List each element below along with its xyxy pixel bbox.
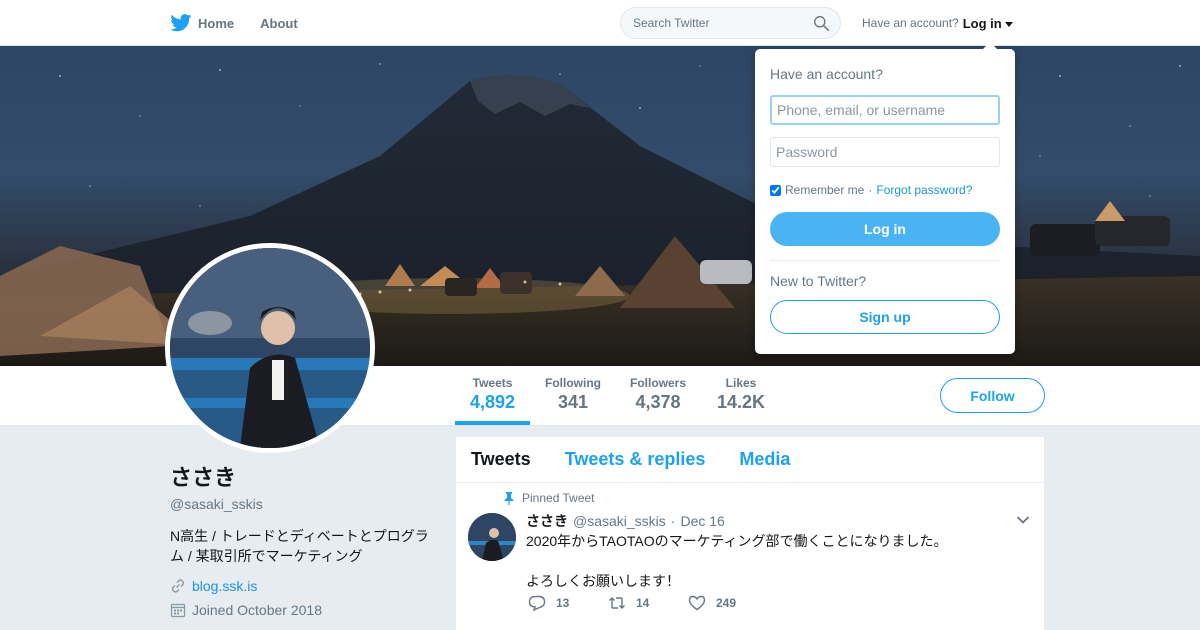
calendar-icon bbox=[170, 603, 186, 618]
caret-down-icon bbox=[1004, 21, 1013, 27]
login-dropdown-title: Have an account? bbox=[770, 66, 883, 82]
stat-followers-label: Followers bbox=[630, 376, 687, 390]
search-icon[interactable] bbox=[813, 15, 830, 32]
chevron-down-icon[interactable] bbox=[1016, 515, 1030, 525]
stat-following-label: Following bbox=[545, 376, 601, 390]
reply-icon bbox=[528, 595, 546, 611]
profile-url-row: blog.ssk.is bbox=[170, 578, 440, 594]
nav-left: Home About bbox=[170, 0, 298, 46]
tweet-actions: 13 14 249 bbox=[528, 595, 768, 611]
stat-likes-value: 14.2K bbox=[717, 392, 766, 412]
like-icon bbox=[688, 595, 706, 611]
search-box bbox=[620, 7, 841, 39]
nav-about-label: About bbox=[260, 15, 298, 31]
have-account-label: Have an account? bbox=[862, 16, 959, 30]
username-field[interactable] bbox=[770, 95, 1000, 125]
retweet-count: 14 bbox=[636, 596, 650, 610]
account-area: Have an account? Log in bbox=[862, 0, 1013, 46]
retweet-button[interactable]: 14 bbox=[608, 595, 688, 611]
tweet-author-handle[interactable]: @sasaki_sskis bbox=[573, 513, 666, 529]
like-button[interactable]: 249 bbox=[688, 595, 768, 611]
stat-likes-label: Likes bbox=[725, 376, 757, 390]
pinned-tweet-header: Pinned Tweet bbox=[504, 491, 595, 505]
tweet-separator: · bbox=[670, 513, 676, 529]
stat-following-value: 341 bbox=[557, 392, 589, 412]
profile-bio: N高生 / トレードとディベートとプログラム / 某取引所でマーケティング bbox=[170, 528, 429, 564]
profile-joined-row: Joined October 2018 bbox=[170, 602, 440, 618]
password-field[interactable] bbox=[770, 137, 1000, 167]
timeline: Tweets Tweets & replies Media Pinned Twe… bbox=[456, 437, 1044, 630]
new-to-twitter-label: New to Twitter? bbox=[770, 273, 867, 289]
remember-me-checkbox[interactable] bbox=[770, 184, 781, 196]
profile-handle[interactable]: @sasaki_sskis bbox=[170, 496, 440, 512]
tab-media[interactable]: Media bbox=[739, 449, 790, 470]
stat-likes[interactable]: Likes 14.2K bbox=[717, 376, 765, 413]
follow-button[interactable]: Follow bbox=[940, 378, 1045, 413]
pinned-tweet-label: Pinned Tweet bbox=[522, 491, 595, 505]
link-icon bbox=[171, 579, 185, 593]
stat-following[interactable]: Following 341 bbox=[545, 376, 601, 413]
tweet-header: ささき @sasaki_sskis · Dec 16 bbox=[526, 511, 725, 531]
stat-tweets-value: 4,892 bbox=[470, 392, 516, 412]
tab-tweets-and-replies[interactable]: Tweets & replies bbox=[565, 449, 706, 470]
tweet-text-line1: 2020年からTAOTAOのマーケティング部で働くことになりました。 bbox=[526, 533, 948, 549]
active-stat-underline bbox=[455, 421, 530, 425]
profile-avatar[interactable] bbox=[165, 243, 375, 453]
tweet-author-name[interactable]: ささき bbox=[526, 511, 568, 531]
tweet-text-line2: よろしくお願いします！ bbox=[526, 573, 680, 589]
retweet-icon bbox=[609, 597, 625, 609]
forgot-password-link[interactable]: Forgot password? bbox=[876, 183, 972, 197]
tab-tweets[interactable]: Tweets bbox=[471, 449, 531, 470]
timeline-tabs: Tweets Tweets & replies Media bbox=[456, 437, 1044, 483]
login-menu-toggle[interactable]: Log in bbox=[963, 16, 1013, 31]
nav-about[interactable]: About bbox=[260, 16, 298, 31]
profile-card: ささき @sasaki_sskis N高生 / トレードとディベートとプログラム… bbox=[170, 460, 440, 618]
login-button[interactable]: Log in bbox=[770, 212, 1000, 246]
remember-separator: · bbox=[868, 183, 873, 197]
stat-tweets[interactable]: Tweets 4,892 bbox=[470, 376, 515, 413]
signup-button[interactable]: Sign up bbox=[770, 300, 1000, 334]
like-count: 249 bbox=[716, 596, 737, 610]
profile-name: ささき bbox=[170, 465, 237, 490]
top-navigation: Home About Have an account? Log in bbox=[0, 0, 1200, 46]
reply-count: 13 bbox=[556, 596, 570, 610]
twitter-bird-icon bbox=[170, 14, 192, 32]
pin-icon bbox=[504, 491, 514, 505]
search-input[interactable] bbox=[633, 8, 803, 38]
profile-url-link[interactable]: blog.ssk.is bbox=[192, 578, 257, 594]
tweet-avatar[interactable] bbox=[468, 513, 516, 561]
nav-home-label: Home bbox=[198, 15, 235, 31]
pinned-tweet[interactable]: Pinned Tweet ささき @sasaki_sskis · Dec 16 … bbox=[456, 483, 1044, 630]
remember-me-row: Remember me · Forgot password? bbox=[770, 183, 972, 197]
stat-followers-value: 4,378 bbox=[635, 392, 681, 412]
login-menu-label: Log in bbox=[962, 15, 1002, 31]
stat-followers[interactable]: Followers 4,378 bbox=[630, 376, 686, 413]
login-dropdown: Have an account? Remember me · Forgot pa… bbox=[755, 42, 1015, 354]
tweet-date[interactable]: Dec 16 bbox=[680, 513, 724, 529]
nav-home[interactable]: Home bbox=[170, 14, 234, 32]
stat-tweets-label: Tweets bbox=[472, 376, 513, 390]
tweet-avatar-image bbox=[468, 513, 516, 561]
reply-button[interactable]: 13 bbox=[528, 595, 608, 611]
tweet-text: 2020年からTAOTAOのマーケティング部で働くことになりました。 よろしくお… bbox=[526, 531, 948, 591]
remember-me-label[interactable]: Remember me bbox=[785, 183, 864, 197]
profile-joined: Joined October 2018 bbox=[192, 602, 322, 618]
dropdown-divider bbox=[770, 260, 1000, 261]
avatar-image bbox=[170, 248, 370, 448]
